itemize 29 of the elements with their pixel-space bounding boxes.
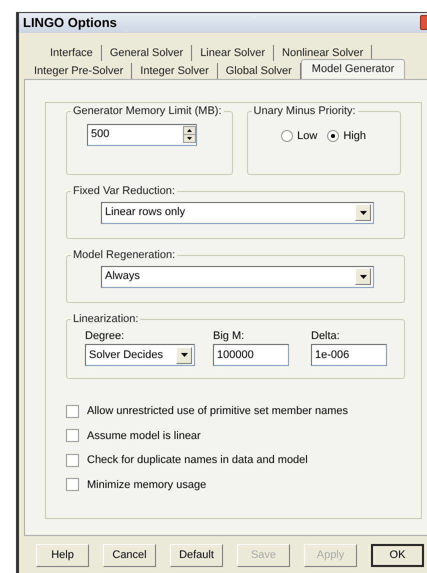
dialog-button[interactable]: Cancel	[103, 544, 156, 567]
field-label: Big M:	[213, 328, 246, 344]
dialog-button[interactable]: OK	[371, 544, 424, 567]
tab[interactable]: Model Generator	[300, 59, 406, 79]
checkbox-option[interactable]: Minimize memory usage	[66, 476, 405, 493]
field-label: Degree:	[85, 328, 126, 344]
tab[interactable]: Linear Solver	[192, 45, 274, 61]
group-label: Model Regeneration:	[72, 248, 176, 263]
dialog-button[interactable]: Default	[170, 544, 223, 567]
radio-option[interactable]: Low	[281, 128, 318, 144]
group-label: Generator Memory Limit (MB):	[72, 104, 223, 119]
checkbox-option[interactable]: Check for duplicate names in data and model	[66, 452, 405, 468]
dropdown[interactable]: Solver Decides	[85, 344, 195, 366]
tab[interactable]: Interface	[42, 45, 102, 61]
field-label: Delta:	[311, 328, 341, 344]
input-field[interactable]: 1e-006	[311, 344, 387, 366]
group-label: Linearization:	[72, 312, 140, 327]
radio-option[interactable]: High	[327, 128, 366, 144]
checkbox-option[interactable]: Assume model is linear	[66, 428, 405, 444]
dropdown[interactable]: Always	[101, 266, 374, 288]
group-label: Unary Minus Priority:	[252, 104, 357, 119]
window-title: LINGO Options	[23, 14, 117, 32]
tab[interactable]: General Solver	[102, 45, 192, 61]
group-label: Fixed Var Reduction:	[72, 184, 176, 199]
input-field[interactable]: 100000	[213, 344, 289, 366]
checkbox-option[interactable]: Allow unrestricted use of primitive set member names	[66, 403, 405, 420]
spin-field[interactable]: 500	[87, 124, 197, 146]
dialog-button[interactable]: Help	[36, 544, 89, 567]
dropdown[interactable]: Linear rows only	[101, 202, 374, 224]
